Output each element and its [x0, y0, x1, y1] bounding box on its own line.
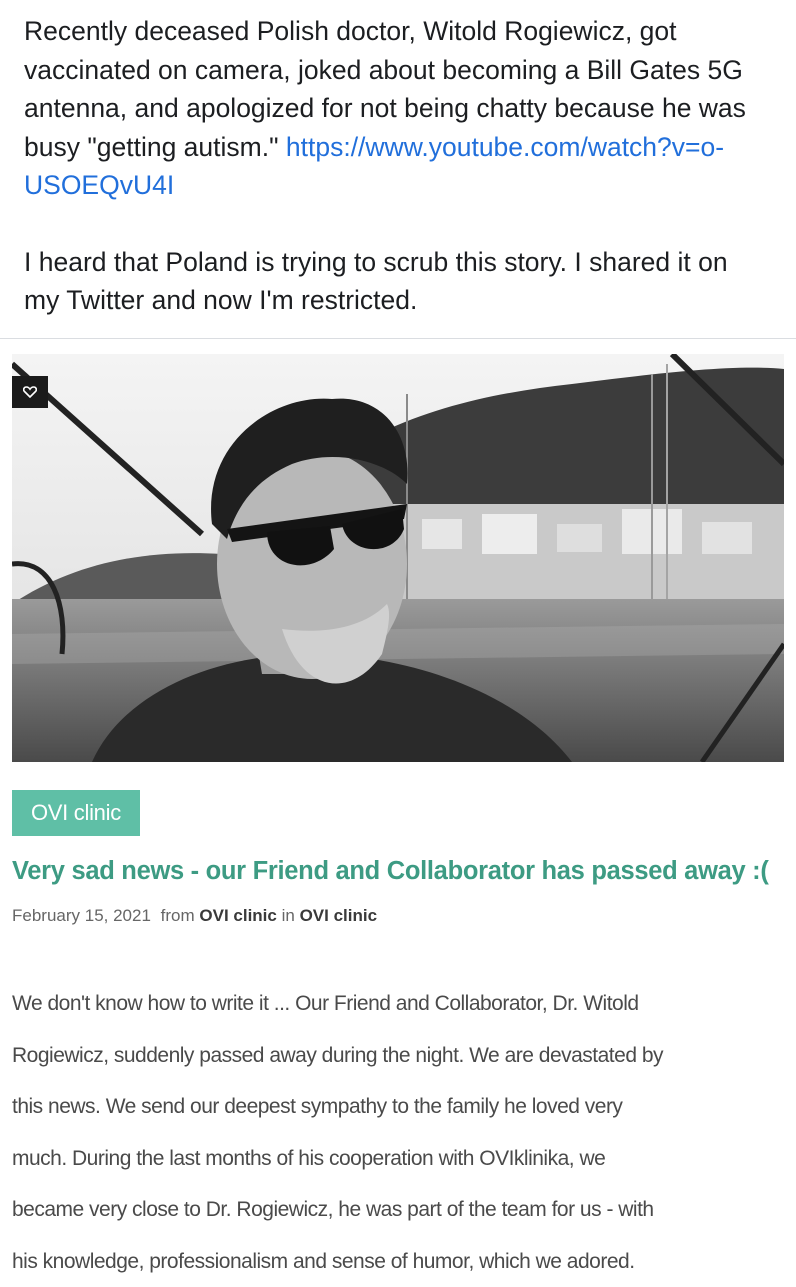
article-body-line: his knowledge, professionalism and sense… — [12, 1236, 784, 1287]
article-author[interactable]: OVI clinic — [199, 906, 276, 925]
article-body-line: this news. We send our deepest sympathy … — [12, 1081, 784, 1133]
heart-icon[interactable] — [12, 376, 48, 408]
divider — [0, 338, 796, 339]
post-paragraph-1: Recently deceased Polish doctor, Witold … — [24, 12, 764, 205]
post-paragraph-2: I heard that Poland is trying to scrub t… — [24, 243, 764, 320]
meta-in-label: in — [282, 906, 295, 925]
article-photo[interactable] — [12, 354, 784, 762]
article-body-line: Rogiewicz, suddenly passed away during t… — [12, 1030, 784, 1082]
article-title[interactable]: Very sad news - our Friend and Collabora… — [12, 854, 792, 888]
post-text: Recently deceased Polish doctor, Witold … — [24, 12, 764, 320]
article-category[interactable]: OVI clinic — [300, 906, 377, 925]
article-body: We don't know how to write it ... Our Fr… — [12, 978, 784, 1287]
social-post: Recently deceased Polish doctor, Witold … — [0, 0, 796, 1280]
article-body-line: much. During the last months of his coop… — [12, 1133, 784, 1185]
category-tag[interactable]: OVI clinic — [12, 790, 140, 836]
article-meta: February 15, 2021 from OVI clinic in OVI… — [12, 906, 377, 926]
article-date: February 15, 2021 — [12, 906, 151, 925]
article-body-line: became very close to Dr. Rogiewicz, he w… — [12, 1184, 784, 1236]
article-body-line: We don't know how to write it ... Our Fr… — [12, 978, 784, 1030]
meta-from-label: from — [161, 906, 195, 925]
